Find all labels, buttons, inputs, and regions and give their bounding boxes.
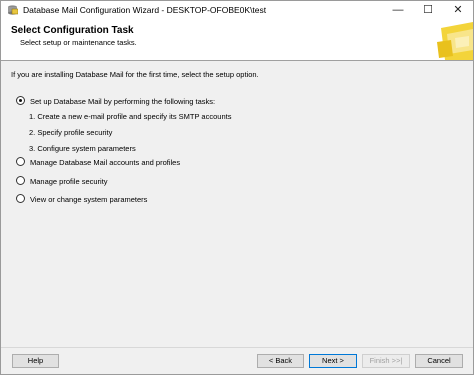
setup-radio[interactable]: [16, 96, 25, 105]
manage-accounts-label[interactable]: Manage Database Mail accounts and profil…: [30, 158, 180, 167]
title-bar[interactable]: Database Mail Configuration Wizard - DES…: [1, 1, 473, 20]
back-button[interactable]: < Back: [257, 354, 304, 368]
wizard-header-graphic: [431, 20, 473, 60]
profile-security-radio[interactable]: [16, 176, 25, 185]
page-subtitle: Select setup or maintenance tasks.: [20, 38, 137, 47]
cancel-button[interactable]: Cancel: [415, 354, 463, 368]
close-button[interactable]: ✕: [443, 1, 473, 20]
next-button[interactable]: Next >: [309, 354, 357, 368]
step-system-parameters: 3. Configure system parameters: [29, 144, 136, 153]
help-button[interactable]: Help: [12, 354, 59, 368]
wizard-window: Database Mail Configuration Wizard - DES…: [0, 0, 474, 375]
minimize-button[interactable]: —: [383, 1, 413, 20]
finish-button: Finish >>|: [362, 354, 410, 368]
system-parameters-label[interactable]: View or change system parameters: [30, 195, 147, 204]
step-create-profile: 1. Create a new e-mail profile and speci…: [29, 112, 232, 121]
intro-text: If you are installing Database Mail for …: [11, 70, 259, 79]
step-profile-security: 2. Specify profile security: [29, 128, 113, 137]
database-mail-icon: [8, 5, 18, 15]
profile-security-label[interactable]: Manage profile security: [30, 177, 108, 186]
setup-label[interactable]: Set up Database Mail by performing the f…: [30, 97, 215, 106]
maximize-button[interactable]: ☐: [413, 1, 443, 20]
manage-accounts-radio[interactable]: [16, 157, 25, 166]
wizard-header: Select Configuration Task Select setup o…: [1, 20, 473, 61]
system-parameters-radio[interactable]: [16, 194, 25, 203]
window-title: Database Mail Configuration Wizard - DES…: [23, 5, 267, 15]
footer-divider: [1, 347, 473, 348]
page-title: Select Configuration Task: [11, 25, 134, 36]
